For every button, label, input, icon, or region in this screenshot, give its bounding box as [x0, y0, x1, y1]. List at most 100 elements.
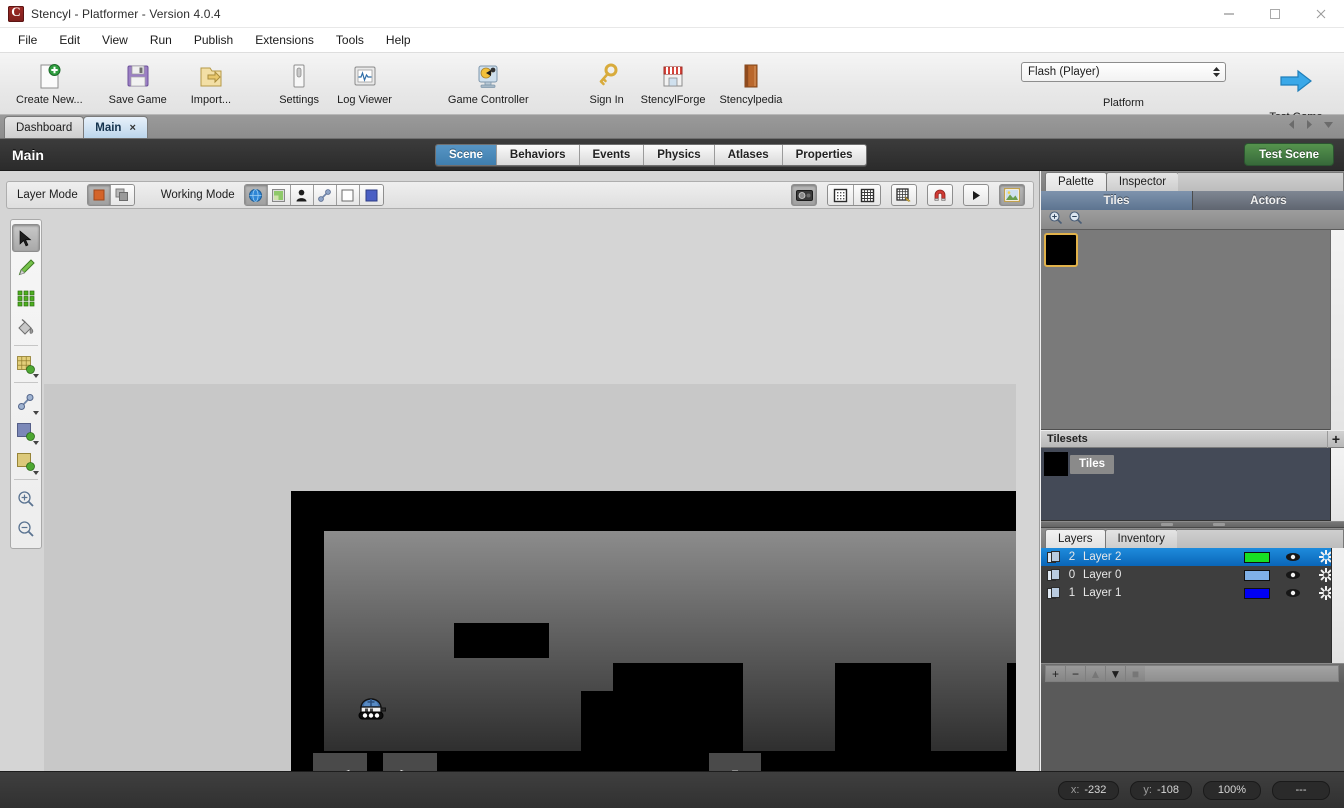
tile-brush-tool[interactable]: [12, 284, 40, 312]
chevron-updown-icon[interactable]: [1210, 64, 1222, 80]
background-image-icon[interactable]: [999, 184, 1025, 206]
tab-main-close-icon[interactable]: ×: [129, 122, 135, 134]
select-arrow-tool[interactable]: [12, 224, 40, 252]
layer-list-scrollbar[interactable]: [1331, 548, 1344, 663]
menu-extensions[interactable]: Extensions: [245, 30, 324, 50]
single-layer-icon[interactable]: [87, 185, 111, 205]
actor-icon[interactable]: [290, 185, 314, 205]
remove-layer-button[interactable]: −: [1065, 665, 1085, 682]
chevron-down-icon[interactable]: [33, 471, 39, 475]
prev-tab-icon[interactable]: [1287, 117, 1296, 135]
show-grid-dots-icon[interactable]: [828, 185, 854, 205]
sign-in-button[interactable]: Sign In: [581, 53, 633, 115]
menu-view[interactable]: View: [92, 30, 138, 50]
zoom-out-icon[interactable]: [1068, 210, 1083, 230]
tab-atlases[interactable]: Atlases: [714, 145, 783, 165]
tab-scene[interactable]: Scene: [436, 145, 497, 165]
show-grid-icon[interactable]: [854, 185, 880, 205]
terrain-region-icon[interactable]: [359, 185, 383, 205]
eye-icon[interactable]: [1284, 552, 1302, 562]
table-row[interactable]: 1 Layer 1: [1041, 584, 1344, 602]
menu-run[interactable]: Run: [140, 30, 182, 50]
tab-layers[interactable]: Layers: [1045, 529, 1106, 548]
tab-dashboard[interactable]: Dashboard: [4, 116, 85, 138]
magnet-snap-icon[interactable]: [927, 184, 953, 206]
menu-file[interactable]: File: [8, 30, 47, 50]
tileset-item[interactable]: Tiles: [1041, 448, 1344, 476]
test-scene-button[interactable]: Test Scene: [1244, 143, 1334, 166]
tab-physics[interactable]: Physics: [644, 145, 715, 165]
table-row[interactable]: 2 Layer 2: [1041, 548, 1344, 566]
stencylpedia-button[interactable]: Stencylpedia: [713, 53, 788, 115]
tile-grid[interactable]: [1041, 230, 1344, 430]
camera-icon[interactable]: [791, 184, 817, 206]
tab-list-icon[interactable]: [1323, 117, 1334, 135]
tab-properties[interactable]: Properties: [782, 145, 866, 165]
tab-inventory[interactable]: Inventory: [1104, 529, 1178, 548]
stencylforge-button[interactable]: StencylForge: [635, 53, 712, 115]
paint-bucket-tool[interactable]: [12, 314, 40, 342]
create-new-button[interactable]: Create New...: [10, 53, 89, 115]
tab-palette[interactable]: Palette: [1045, 172, 1107, 191]
settings-button[interactable]: Settings: [273, 53, 325, 115]
eye-icon[interactable]: [1284, 588, 1302, 598]
tab-inspector[interactable]: Inspector: [1105, 172, 1180, 191]
add-tileset-button[interactable]: +: [1327, 430, 1344, 448]
platform-select[interactable]: Flash (Player): [1021, 62, 1226, 82]
black-tile-swatch[interactable]: [1044, 233, 1078, 267]
zoom-out-tool[interactable]: [12, 515, 40, 543]
layer-color-swatch[interactable]: [1244, 587, 1270, 599]
eye-icon[interactable]: [1284, 570, 1302, 580]
next-tab-icon[interactable]: [1305, 117, 1314, 135]
move-layer-up-button[interactable]: ▲: [1085, 665, 1105, 682]
tab-events[interactable]: Events: [579, 145, 645, 165]
chevron-down-icon[interactable]: [33, 441, 39, 445]
test-game-button[interactable]: Test Game: [1256, 53, 1336, 123]
terrain-region-tool[interactable]: [12, 448, 40, 476]
layer-properties-button[interactable]: ■: [1125, 665, 1145, 682]
log-viewer-button[interactable]: Log Viewer: [331, 53, 398, 115]
game-controller-button[interactable]: Game Controller: [442, 53, 535, 115]
move-layer-down-button[interactable]: ▼: [1105, 665, 1125, 682]
menu-tools[interactable]: Tools: [326, 30, 374, 50]
tab-behaviors[interactable]: Behaviors: [496, 145, 580, 165]
terrain-globe-icon[interactable]: [244, 185, 268, 205]
tab-main[interactable]: Main ×: [83, 116, 148, 138]
add-layer-button[interactable]: +: [1045, 665, 1065, 682]
layer-list[interactable]: 2 Layer 2 0 Layer 0 1 Layer 1: [1041, 548, 1344, 663]
pencil-tool[interactable]: [12, 254, 40, 282]
menu-publish[interactable]: Publish: [184, 30, 243, 50]
scene-canvas[interactable]: < > ∧: [44, 384, 1016, 808]
chevron-down-icon[interactable]: [33, 411, 39, 415]
region-tool[interactable]: [12, 418, 40, 446]
region-icon[interactable]: [336, 185, 360, 205]
joint-tool[interactable]: [12, 388, 40, 416]
tab-actors[interactable]: Actors: [1193, 191, 1344, 210]
robot-actor-sprite[interactable]: [353, 688, 391, 721]
tile-layer-icon[interactable]: [267, 185, 291, 205]
minimize-icon[interactable]: [1206, 0, 1252, 28]
terrain-tool[interactable]: [12, 351, 40, 379]
scene-content[interactable]: < > ∧: [291, 491, 1016, 808]
close-icon[interactable]: [1298, 0, 1344, 28]
save-game-button[interactable]: Save Game: [103, 53, 173, 115]
tab-tiles[interactable]: Tiles: [1041, 191, 1193, 210]
import-button[interactable]: Import...: [185, 53, 237, 115]
tilesets-list[interactable]: Tiles: [1041, 448, 1344, 521]
menu-edit[interactable]: Edit: [49, 30, 90, 50]
layer-color-swatch[interactable]: [1244, 569, 1270, 581]
table-row[interactable]: 0 Layer 0: [1041, 566, 1344, 584]
all-layers-icon[interactable]: [110, 185, 134, 205]
tile-grid-scrollbar[interactable]: [1330, 230, 1344, 430]
snap-grid-icon[interactable]: [891, 184, 917, 206]
panel-splitter[interactable]: [1041, 521, 1344, 528]
zoom-in-tool[interactable]: [12, 485, 40, 513]
chevron-down-icon[interactable]: [33, 374, 39, 378]
joint-icon[interactable]: [313, 185, 337, 205]
layer-color-swatch[interactable]: [1244, 551, 1270, 563]
play-preview-icon[interactable]: [963, 184, 989, 206]
tilesets-scrollbar[interactable]: [1330, 448, 1344, 521]
maximize-icon[interactable]: [1252, 0, 1298, 28]
zoom-in-icon[interactable]: [1048, 210, 1063, 230]
menu-help[interactable]: Help: [376, 30, 421, 50]
